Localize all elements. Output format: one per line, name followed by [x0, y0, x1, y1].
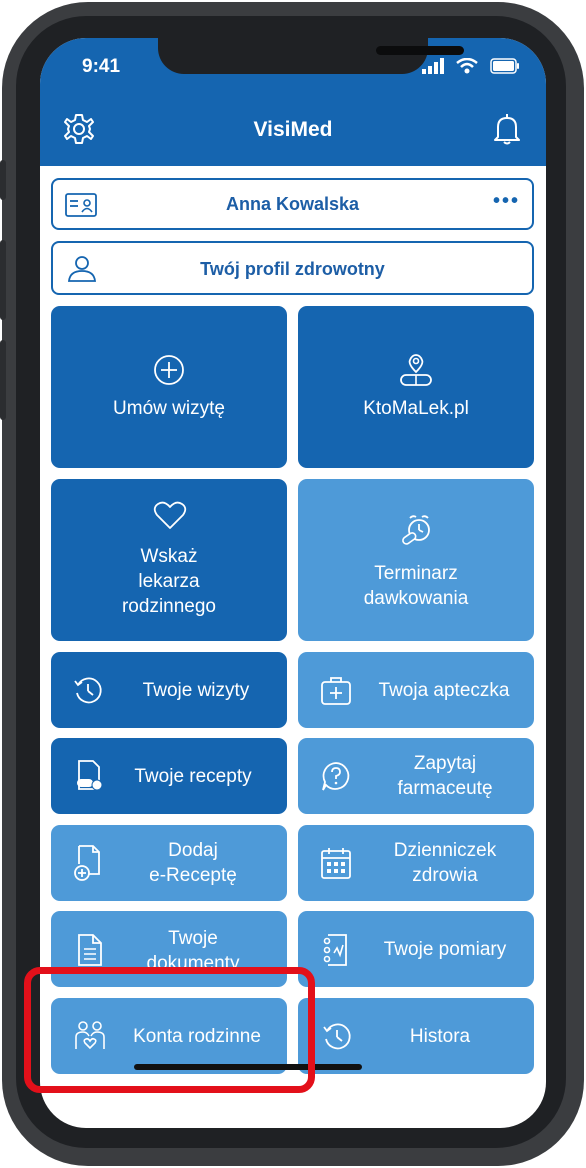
profile-name: Anna Kowalska [225, 194, 360, 214]
side-button-volume-up [0, 240, 6, 320]
health-profile-button[interactable]: Twój profil zdrowotny [51, 241, 534, 295]
battery-icon [490, 58, 519, 74]
clock-history-icon [74, 677, 102, 704]
speaker [376, 46, 464, 55]
health-diary-label-line1: Dzienniczek [393, 840, 497, 861]
plus-circle-icon [154, 355, 184, 385]
map-pin-pill-icon [400, 354, 432, 386]
ktomalek-tile[interactable]: KtoMaLek.pl [298, 306, 534, 468]
my-documents-label-line1: Twoje [168, 928, 218, 949]
my-measurements-label: Twoje pomiary [383, 939, 507, 960]
history-icon [323, 1023, 351, 1050]
health-profile-label: Twój profil zdrowotny [200, 259, 385, 279]
book-visit-tile[interactable]: Umów wizytę [51, 306, 287, 468]
profile-card[interactable]: Anna Kowalska ••• [51, 178, 534, 230]
side-button-volume-down [0, 340, 6, 420]
notebook-icon [323, 934, 347, 966]
my-pharmacy-kit-label: Twoja apteczka [378, 680, 510, 701]
add-eprescription-label-line1: Dodaj [168, 840, 218, 861]
ktomalek-label: KtoMaLek.pl [363, 398, 469, 419]
side-button-mute [0, 160, 6, 200]
my-prescriptions-tile[interactable]: Twoje recepty [51, 738, 287, 814]
signal-icon [422, 58, 444, 74]
status-icons [422, 58, 520, 74]
heart-icon [153, 501, 187, 529]
book-visit-label: Umów wizytę [113, 398, 225, 419]
phone-notch [158, 38, 464, 74]
alarm-clock-pill-icon [402, 515, 430, 545]
status-time: 9:41 [82, 56, 121, 77]
my-visits-tile[interactable]: Twoje wizyty [51, 652, 287, 728]
calendar-icon [321, 848, 351, 879]
app-title: VisiMed [253, 118, 333, 141]
my-prescriptions-label: Twoje recepty [134, 766, 252, 787]
document-icon [78, 934, 102, 966]
highlight-annotation-box [24, 967, 315, 1093]
family-doctor-label-line3: rodzinnego [121, 596, 217, 617]
ask-pharmacist-label-line2: farmaceutę [397, 778, 493, 799]
add-eprescription-label-line2: e-Receptę [149, 865, 237, 886]
settings-gear-icon[interactable] [62, 112, 96, 146]
wifi-icon [456, 58, 478, 74]
dosage-schedule-label-line1: Terminarz [374, 563, 458, 584]
history-label: Historа [409, 1026, 471, 1047]
dosage-schedule-label-line2: dawkowania [363, 588, 469, 609]
health-diary-tile[interactable]: Dzienniczek zdrowia [298, 825, 534, 901]
family-doctor-label-line2: lekarza [138, 571, 200, 592]
ask-pharmacist-label-line1: Zapytaj [413, 753, 477, 774]
first-aid-kit-icon [321, 677, 351, 705]
ask-pharmacist-tile[interactable]: Zapytaj farmaceutę [298, 738, 534, 814]
history-tile[interactable]: Historа [298, 998, 534, 1074]
notifications-bell-icon[interactable] [490, 112, 524, 146]
more-options-icon[interactable]: ••• [493, 190, 520, 213]
screen: 9:41 VisiMed Anna Kowalska ••• Twój prof… [40, 38, 546, 1128]
my-measurements-tile[interactable]: Twoje pomiary [298, 911, 534, 987]
add-document-icon [74, 845, 100, 881]
health-diary-label-line2: zdrowia [412, 865, 478, 886]
add-eprescription-tile[interactable]: Dodaj e-Receptę [51, 825, 287, 901]
my-visits-label: Twoje wizyty [142, 680, 250, 701]
dosage-schedule-tile[interactable]: Terminarz dawkowania [298, 479, 534, 641]
prescription-pills-icon [77, 760, 103, 791]
my-pharmacy-kit-tile[interactable]: Twoja apteczka [298, 652, 534, 728]
family-doctor-tile[interactable]: Wskaż lekarza rodzinnego [51, 479, 287, 641]
question-chat-icon [322, 762, 350, 791]
family-doctor-label-line1: Wskaż [140, 546, 198, 567]
